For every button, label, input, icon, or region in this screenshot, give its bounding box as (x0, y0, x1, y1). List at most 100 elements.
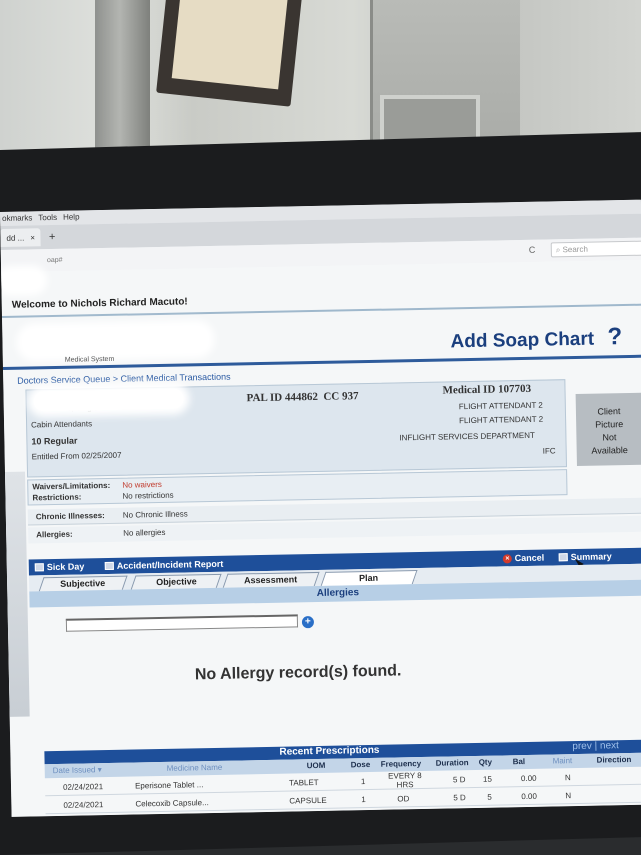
pal-id: PAL ID 444862 CC 937 (247, 390, 359, 404)
cancel-label: Cancel (514, 552, 545, 564)
picture-line: Available (591, 444, 628, 456)
redaction (33, 388, 184, 412)
col-direction: Direction (596, 754, 632, 765)
patient-unit: IFC (542, 446, 556, 456)
col-medicine[interactable]: Medicine Name (167, 763, 223, 773)
redaction (1, 271, 42, 290)
accident-report-button[interactable]: Accident/Incident Report (104, 558, 224, 571)
sick-day-button[interactable]: Sick Day (34, 561, 85, 573)
allergies-label: Allergies: (36, 529, 73, 540)
cell-qty: 5 (487, 792, 492, 802)
picture-line: Not (602, 432, 617, 443)
restrictions-value: No restrictions (122, 490, 174, 501)
patient-position-2: FLIGHT ATTENDANT 2 (459, 414, 544, 426)
breadcrumb: Doctors Service Queue > Client Medical T… (17, 372, 231, 386)
col-qty: Qty (478, 757, 493, 767)
col-label: Date Issued (52, 765, 96, 776)
left-rail (4, 471, 30, 717)
pager-sep: | (594, 740, 598, 752)
tab-close-icon[interactable]: × (30, 233, 35, 242)
pager: prev | next (572, 740, 619, 752)
col-maint: Maint (552, 756, 573, 766)
tab-label: Subjective (60, 578, 106, 589)
help-icon[interactable]: ? (607, 323, 622, 351)
cell-medicine: Celecoxib Capsule... (135, 798, 209, 809)
menu-help[interactable]: Help (63, 212, 80, 224)
cell-maint: N (565, 791, 572, 801)
app-page: Welcome to Nichols Richard Macuto! Medic… (1, 259, 641, 817)
wall-frame (156, 0, 303, 107)
allergies-value: No allergies (123, 527, 166, 538)
search-input[interactable]: ⌕ Search (550, 240, 641, 258)
reload-icon[interactable]: C (529, 245, 536, 255)
col-frequency: Frequency (380, 759, 422, 769)
cell-uom: CAPSULE (289, 795, 327, 806)
tab-label: Assessment (244, 574, 298, 586)
pal-id-value: PAL ID 444862 (246, 390, 319, 405)
report-icon (104, 561, 114, 571)
menu-bookmarks[interactable]: okmarks (2, 213, 32, 226)
subsystem-label: Medical System (64, 355, 115, 364)
browser-tab[interactable]: dd ... × (0, 228, 42, 247)
patient-department: INFLIGHT SERVICES DEPARTMENT (399, 430, 535, 443)
col-date-issued[interactable]: Date Issued ▾ (53, 765, 102, 775)
cancel-button[interactable]: × Cancel (502, 552, 545, 564)
cell-qty: 15 (482, 774, 492, 784)
redaction (22, 326, 209, 356)
patient-group: Cabin Attendants (31, 419, 93, 430)
breadcrumb-sep: > (112, 373, 119, 384)
client-picture-placeholder: Client Picture Not Available (575, 392, 641, 466)
tab-label: Plan (359, 572, 379, 584)
accident-label: Accident/Incident Report (116, 558, 224, 571)
cell-duration: 5 D (453, 793, 466, 803)
summary-icon (558, 553, 568, 562)
new-tab-button[interactable]: + (49, 231, 56, 243)
patient-grade: 10 Regular (31, 435, 78, 447)
sick-day-label: Sick Day (46, 561, 85, 573)
waivers-value: No waivers (122, 479, 162, 490)
cancel-icon: × (502, 553, 512, 563)
welcome-text: Welcome to Nichols Richard Macuto! (11, 296, 188, 311)
chronic-label: Chronic Illnesses: (35, 511, 105, 522)
cc-value: CC 937 (323, 390, 359, 403)
col-uom: UOM (306, 760, 326, 771)
breadcrumb-queue[interactable]: Doctors Service Queue (17, 374, 110, 386)
tab-title: dd ... (6, 233, 25, 243)
cell-medicine: Eperisone Tablet ... (134, 780, 204, 791)
page-title: Add Soap Chart (450, 328, 595, 353)
prev-link[interactable]: prev (572, 741, 592, 752)
col-bal: Bal (512, 757, 526, 767)
next-link[interactable]: next (600, 740, 619, 751)
cell-uom: TABLET (288, 777, 319, 788)
col-duration: Duration (435, 758, 469, 768)
cell-bal: 0.00 (521, 791, 537, 802)
cell-date: 02/24/2021 (63, 800, 104, 810)
sort-icon: ▾ (97, 765, 102, 775)
url-text: oap# (46, 256, 63, 264)
summary-button[interactable]: Summary (558, 551, 612, 562)
add-allergy-button[interactable]: + (301, 616, 315, 629)
waivers-label: Waivers/Limitations: (32, 480, 111, 492)
cell-duration: 5 D (452, 775, 466, 785)
chronic-value: No Chronic Illness (122, 509, 188, 520)
tab-label: Objective (155, 576, 197, 588)
freq-line: EVERY 8 (388, 771, 422, 781)
freq-line: HRS (396, 780, 414, 790)
cell-bal: 0.00 (520, 773, 537, 784)
patient-position-1: FLIGHT ATTENDANT 2 (458, 400, 543, 412)
no-allergy-message: No Allergy record(s) found. (194, 662, 402, 684)
monitor-screen: okmarks Tools Help dd ... × + oap# C ⌕ S… (0, 199, 641, 817)
cell-dose: 1 (361, 795, 366, 805)
cell-frequency: OD (397, 794, 410, 804)
allergy-picker-input[interactable] (65, 614, 299, 632)
menu-tools[interactable]: Tools (38, 213, 57, 225)
picture-line: Picture (595, 419, 624, 430)
prescriptions-title: Recent Prescriptions (279, 744, 380, 758)
restrictions-label: Restrictions: (32, 492, 82, 503)
cell-date: 02/24/2021 (62, 782, 104, 792)
search-placeholder: Search (562, 244, 588, 255)
breadcrumb-transactions[interactable]: Client Medical Transactions (120, 372, 230, 384)
picture-line: Client (597, 406, 621, 417)
patient-entitled: Entitled From 02/25/2007 (31, 450, 122, 462)
cell-maint: N (564, 773, 571, 783)
